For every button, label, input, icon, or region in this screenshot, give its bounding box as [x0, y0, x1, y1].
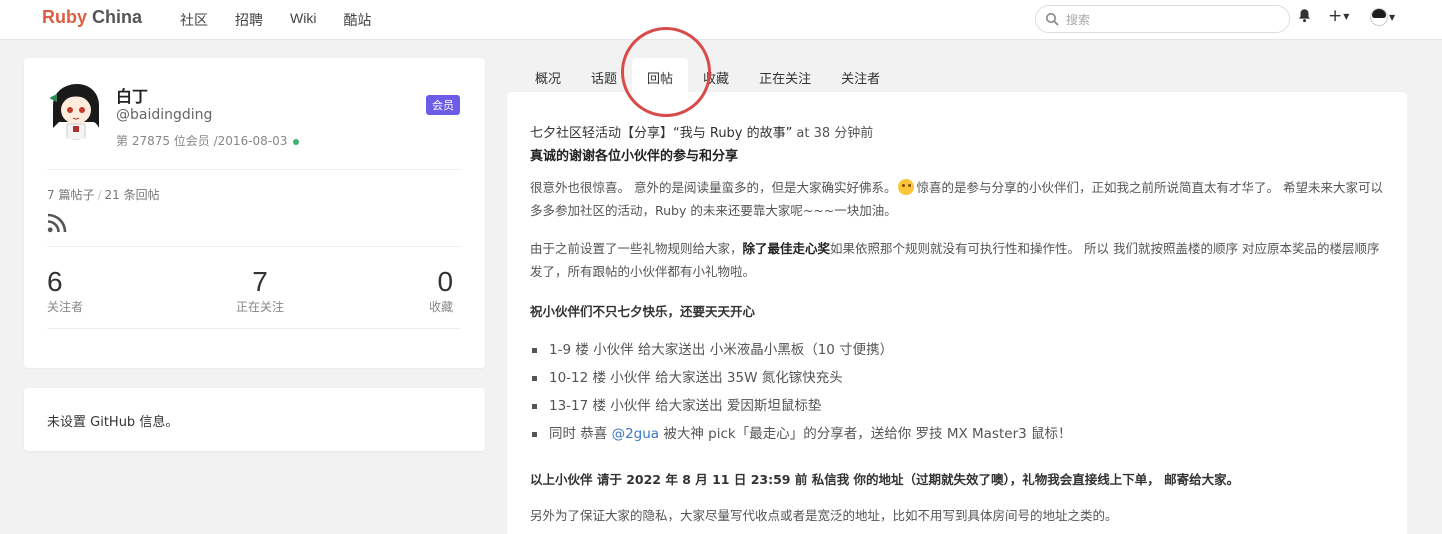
tab-favorites[interactable]: 收藏: [688, 58, 744, 92]
nav-link-jobs[interactable]: 招聘: [235, 10, 263, 30]
rss-icon[interactable]: [47, 213, 67, 237]
member-info: 第 27875 位会员 /2016-08-03: [116, 132, 300, 149]
search-icon: [1045, 12, 1059, 30]
reply-privacy-note: 另外为了保证大家的隐私，大家尽量写代收点或者是宽泛的地址，比如不用写到具体房间号…: [530, 508, 1118, 523]
user-avatar[interactable]: [47, 82, 105, 140]
chevron-down-icon: ▼: [1389, 12, 1396, 22]
reply-paragraph: 很意外也很惊喜。 意外的是阅读量蛮多的，但是大家确实好佛系。 惊喜的是参与分享的小…: [530, 179, 1383, 218]
followers-stat[interactable]: 6 关注者: [47, 266, 83, 315]
chevron-down-icon: ▼: [1343, 11, 1350, 21]
reply-header: 七夕社区轻活动【分享】“我与 Ruby 的故事” at 38 分钟前: [530, 122, 873, 141]
nav-link-sites[interactable]: 酷站: [343, 10, 371, 30]
prize-list: 1-9 楼 小伙伴 给大家送出 小米液晶小黑板（10 寸便携） 10-12 楼 …: [530, 339, 1072, 451]
divider: [47, 328, 461, 329]
tab-followers[interactable]: 关注者: [826, 58, 895, 92]
avatar: [1370, 8, 1388, 26]
following-stat[interactable]: 7 正在关注: [236, 266, 284, 315]
notification-bell-icon[interactable]: [1298, 8, 1311, 27]
reply-heading: 真诚的谢谢各位小伙伴的参与和分享: [530, 149, 739, 164]
github-info-text: 未设置 GitHub 信息。: [47, 415, 179, 430]
profile-tabs: 概况 话题 回帖 收藏 正在关注 关注者: [520, 58, 895, 92]
user-mention-link[interactable]: @2gua: [612, 426, 660, 442]
top-navbar: Ruby China 社区 招聘 Wiki 酷站 +▼ ▼: [0, 0, 1442, 40]
topics-count-link[interactable]: 7 篇帖子: [47, 188, 94, 202]
brand-logo[interactable]: Ruby China: [42, 7, 142, 28]
reply-list: 七夕社区轻活动【分享】“我与 Ruby 的故事” at 38 分钟前 真诚的谢谢各…: [507, 92, 1407, 534]
favorites-stat[interactable]: 0 收藏: [429, 266, 453, 315]
search-box: [1035, 5, 1290, 33]
reply-deadline: 以上小伙伴 请于 2022 年 8 月 11 日 23:59 前 私信我 你的地…: [530, 472, 1240, 487]
user-menu[interactable]: ▼: [1370, 8, 1395, 26]
tab-replies[interactable]: 回帖: [632, 58, 689, 92]
user-login: @baidingding: [116, 107, 213, 123]
wink-emoji-icon: [898, 179, 915, 195]
nav-link-community[interactable]: 社区: [180, 10, 208, 30]
reply-paragraph: 由于之前设置了一些礼物规则给大家，除了最佳走心奖如果依照那个规则就没有可执行性和…: [530, 241, 1380, 279]
online-status-dot: [293, 138, 300, 145]
replies-count-link[interactable]: 21 条回帖: [105, 188, 160, 202]
user-display-name: 白丁: [116, 87, 149, 106]
divider: [47, 246, 461, 247]
tab-overview[interactable]: 概况: [520, 58, 576, 92]
member-badge: 会员: [426, 95, 460, 115]
divider: [47, 169, 461, 170]
tab-following[interactable]: 正在关注: [744, 58, 826, 92]
tab-topics[interactable]: 话题: [576, 58, 632, 92]
profile-card: 白丁 @baidingding 第 27875 位会员 /2016-08-03 …: [24, 58, 485, 368]
reply-wish: 祝小伙伴们不只七夕快乐，还要天天开心: [530, 304, 756, 319]
github-card: 未设置 GitHub 信息。: [24, 388, 485, 451]
nav-link-wiki[interactable]: Wiki: [290, 10, 316, 30]
post-counts: 7 篇帖子/21 条回帖: [47, 188, 160, 202]
reply-time: at 38 分钟前: [796, 126, 874, 141]
reply-topic-link[interactable]: 七夕社区轻活动【分享】“我与 Ruby 的故事”: [530, 126, 792, 141]
new-menu-button[interactable]: +▼: [1328, 6, 1349, 26]
search-input[interactable]: [1066, 10, 1281, 30]
main-nav: 社区 招聘 Wiki 酷站: [180, 10, 398, 30]
list-item: 1-9 楼 小伙伴 给大家送出 小米液晶小黑板（10 寸便携）: [530, 339, 1072, 367]
list-item: 同时 恭喜 @2gua 被大神 pick「最走心」的分享者，送给你 罗技 MX …: [530, 423, 1072, 451]
list-item: 10-12 楼 小伙伴 给大家送出 35W 氮化镓快充头: [530, 367, 1072, 395]
list-item: 13-17 楼 小伙伴 给大家送出 爱因斯坦鼠标垫: [530, 395, 1072, 423]
